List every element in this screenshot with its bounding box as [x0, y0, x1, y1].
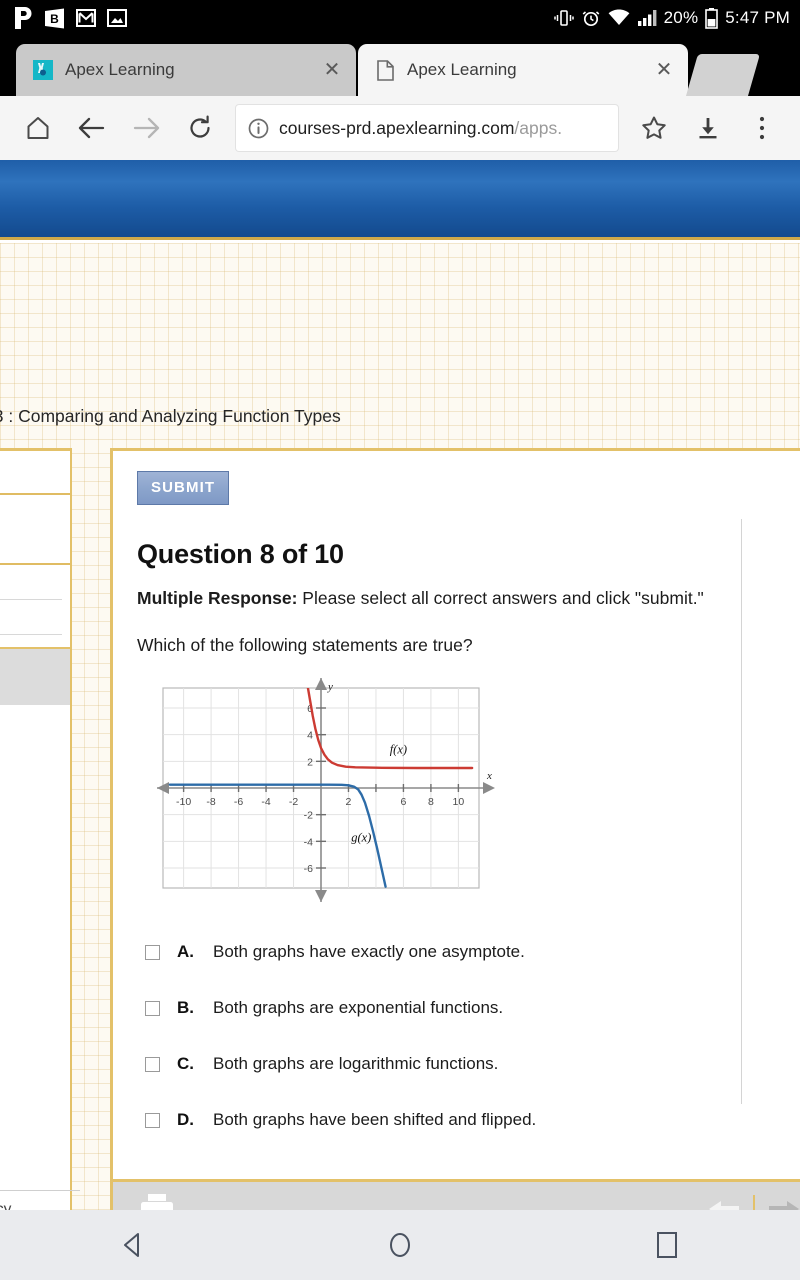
svg-text:B: B — [50, 12, 59, 26]
svg-text:-10: -10 — [176, 796, 191, 808]
option-checkbox[interactable] — [145, 1001, 160, 1016]
url-text: courses-prd.apexlearning.com/apps. — [279, 118, 562, 139]
sidebar-footer-block — [0, 647, 70, 705]
svg-text:-2: -2 — [289, 796, 298, 808]
sidebar-divider — [0, 634, 62, 635]
option-row-b[interactable]: B. Both graphs are exponential functions. — [145, 998, 783, 1018]
star-icon[interactable] — [630, 104, 678, 152]
question-card: SUBMIT Question 8 of 10 Multiple Respons… — [110, 448, 800, 1244]
option-letter: B. — [177, 998, 194, 1017]
option-label: Both graphs have exactly one asymptote. — [213, 942, 525, 961]
apex-site-header — [0, 160, 800, 240]
svg-text:8: 8 — [428, 796, 434, 808]
overflow-menu-icon[interactable] — [738, 104, 786, 152]
url-domain: courses-prd.apexlearning.com — [279, 117, 515, 138]
reload-icon[interactable] — [176, 104, 224, 152]
option-checkbox[interactable] — [145, 1057, 160, 1072]
close-icon[interactable]: ✕ — [322, 60, 342, 80]
svg-text:4: 4 — [307, 730, 313, 742]
signal-icon — [637, 10, 657, 26]
option-letter: A. — [177, 942, 194, 961]
svg-text:2: 2 — [307, 756, 313, 768]
policy-divider — [0, 1190, 80, 1191]
android-navigation-bar — [0, 1210, 800, 1280]
address-bar[interactable]: courses-prd.apexlearning.com/apps. — [236, 105, 618, 151]
submit-button[interactable]: SUBMIT — [137, 471, 230, 505]
svg-text:-6: -6 — [234, 796, 243, 808]
svg-text:x: x — [486, 770, 492, 782]
answer-options: A. Both graphs have exactly one asymptote… — [145, 942, 783, 1130]
option-checkbox[interactable] — [145, 945, 160, 960]
android-recents-icon[interactable] — [622, 1210, 712, 1280]
sidebar-item-1[interactable]: ties — [0, 600, 62, 630]
browser-toolbar: courses-prd.apexlearning.com/apps. — [0, 96, 800, 160]
browser-tab-2-title: Apex Learning — [407, 60, 517, 79]
svg-text:-8: -8 — [206, 796, 215, 808]
svg-text:y: y — [327, 681, 333, 693]
apex-favicon — [32, 59, 54, 81]
option-label: Both graphs are logarithmic functions. — [213, 1054, 499, 1073]
option-letter: C. — [177, 1054, 194, 1073]
svg-text:10: 10 — [453, 796, 465, 808]
content-divider — [741, 519, 742, 1104]
gmail-icon — [76, 9, 96, 27]
course-sidebar: es ties — [0, 448, 72, 1244]
status-notification-icons: B — [14, 7, 127, 29]
battery-icon — [705, 7, 719, 29]
browser-tab-strip: Apex Learning ✕ Apex Learning ✕ — [0, 36, 800, 96]
breadcrumb: ⁄ 3 : Comparing and Analyzing Function T… — [0, 406, 341, 426]
page-title: Question 8 of 10 — [137, 539, 344, 569]
status-system-icons: 20% 5:47 PM — [553, 7, 790, 29]
browser-tab-1[interactable]: Apex Learning ✕ — [16, 44, 356, 96]
svg-text:-4: -4 — [261, 796, 270, 808]
svg-text:-6: -6 — [304, 863, 313, 875]
option-row-a[interactable]: A. Both graphs have exactly one asymptote… — [145, 942, 783, 962]
battery-percent-label: 20% — [663, 8, 699, 27]
question-prompt: Which of the following statements are tr… — [137, 635, 473, 655]
svg-text:6: 6 — [401, 796, 407, 808]
android-back-icon[interactable] — [88, 1210, 178, 1280]
new-tab-button[interactable] — [685, 54, 761, 96]
svg-text:-4: -4 — [304, 836, 313, 848]
function-graph: xy -10 -8 -6 -4 -2 2 6 8 10 6 4 2 -2 -4 -6 f(x) g(x) — [157, 678, 783, 908]
pandora-icon — [15, 7, 32, 29]
graph-svg: xy -10 -8 -6 -4 -2 2 6 8 10642-2-4-6 f(x)g(x) — [157, 678, 495, 902]
close-icon[interactable]: ✕ — [654, 60, 674, 80]
b-app-icon: B — [45, 8, 64, 28]
svg-text:f(x): f(x) — [390, 742, 407, 756]
forward-arrow-icon — [122, 104, 170, 152]
option-row-d[interactable]: D. Both graphs have been shifted and flip… — [145, 1110, 783, 1130]
option-checkbox[interactable] — [145, 1113, 160, 1128]
option-label: Both graphs are exponential functions. — [213, 998, 504, 1017]
option-label: Both graphs have been shifted and flippe… — [213, 1110, 537, 1129]
option-row-c[interactable]: C. Both graphs are logarithmic functions. — [145, 1054, 783, 1074]
instruction-text: Please select all correct answers and cl… — [297, 588, 704, 608]
download-icon[interactable] — [684, 104, 732, 152]
home-icon[interactable] — [14, 104, 62, 152]
alarm-icon — [582, 11, 599, 27]
question-instruction: Multiple Response: Please select all cor… — [137, 588, 783, 609]
option-letter: D. — [177, 1110, 194, 1129]
back-arrow-icon[interactable] — [68, 104, 116, 152]
android-status-bar: B 20% 5:47 PM — [0, 0, 800, 36]
browser-tab-2[interactable]: Apex Learning ✕ — [358, 44, 688, 96]
browser-tab-1-title: Apex Learning — [65, 60, 175, 79]
sidebar-item-0[interactable]: es — [0, 565, 62, 595]
svg-text:2: 2 — [346, 796, 352, 808]
info-icon[interactable] — [248, 118, 269, 139]
vibrate-icon — [553, 10, 574, 26]
web-page-content: ⁄ 3 : Comparing and Analyzing Function T… — [0, 160, 800, 1244]
page-icon — [374, 59, 396, 81]
clock-label: 5:47 PM — [725, 8, 790, 27]
svg-text:-2: -2 — [304, 810, 313, 822]
svg-text:g(x): g(x) — [351, 830, 371, 844]
url-path: /apps. — [514, 117, 563, 138]
android-home-icon[interactable] — [355, 1210, 445, 1280]
wifi-icon — [608, 9, 630, 25]
screenshot-icon — [107, 9, 127, 27]
instruction-label: Multiple Response: — [137, 588, 298, 608]
